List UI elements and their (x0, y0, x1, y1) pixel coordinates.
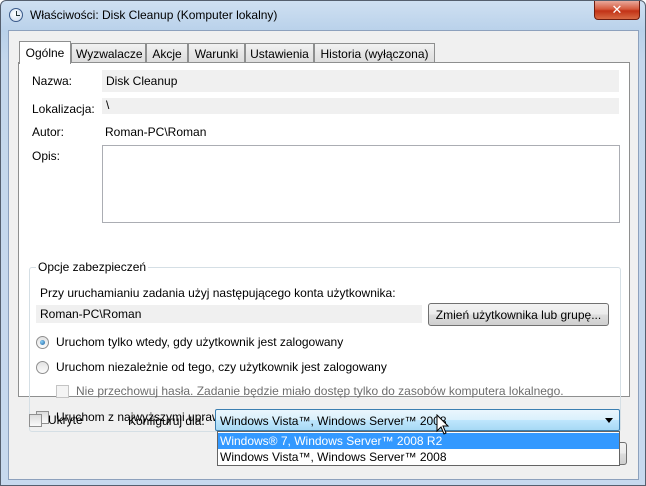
user-account-field[interactable]: Roman-PC\Roman (36, 305, 422, 323)
security-options-group: Opcje zabezpieczeń Przy uruchamianiu zad… (29, 260, 621, 432)
description-label: Opis: (32, 149, 61, 163)
tab-history[interactable]: Historia (wyłączona) (314, 43, 435, 63)
location-label: Lokalizacja: (32, 102, 95, 116)
author-label: Autor: (32, 125, 65, 139)
dropdown-option-win7[interactable]: Windows® 7, Windows Server™ 2008 R2 (218, 433, 619, 449)
dialog-client: Ogólne Wyzwalacze Akcje Warunki Ustawien… (8, 30, 639, 480)
tab-actions[interactable]: Akcje (146, 43, 188, 63)
properties-window: Właściwości: Disk Cleanup (Komputer loka… (0, 0, 646, 486)
hidden-label[interactable]: Ukryte (48, 413, 83, 427)
name-label: Nazwa: (32, 74, 73, 88)
configure-for-value: Windows Vista™, Windows Server™ 2008 (220, 414, 447, 428)
configure-for-label: Konfiguruj dla: (128, 414, 205, 428)
mouse-cursor-icon (436, 414, 450, 435)
clock-icon (9, 8, 23, 22)
account-prompt: Przy uruchamianiu zadania użyj następują… (40, 286, 396, 300)
dropdown-arrow-icon[interactable] (605, 418, 613, 423)
tab-settings[interactable]: Ustawienia (245, 43, 314, 63)
hidden-checkbox[interactable] (29, 414, 42, 427)
security-group-title: Opcje zabezpieczeń (36, 260, 149, 274)
radio-run-always-label[interactable]: Uruchom niezależnie od tego, czy użytkow… (56, 360, 387, 374)
no-store-password-checkbox[interactable] (56, 385, 69, 398)
close-button[interactable]: ✕ (594, 1, 640, 20)
configure-for-dropdown-list: Windows® 7, Windows Server™ 2008 R2 Wind… (217, 431, 620, 466)
tab-conditions[interactable]: Warunki (188, 43, 245, 63)
window-title: Właściwości: Disk Cleanup (Komputer loka… (30, 8, 278, 22)
tab-general[interactable]: Ogólne (19, 41, 71, 64)
author-value: Roman-PC\Roman (105, 125, 207, 139)
dropdown-option-vista[interactable]: Windows Vista™, Windows Server™ 2008 (218, 449, 619, 465)
general-tab-page: Nazwa: Disk Cleanup Lokalizacja: \ Autor… (18, 62, 630, 432)
configure-for-combobox[interactable]: Windows Vista™, Windows Server™ 2008 (215, 409, 620, 431)
radio-logged-on[interactable] (36, 336, 49, 349)
description-textarea[interactable] (102, 145, 620, 223)
location-field[interactable]: \ (102, 98, 619, 114)
radio-logged-on-label[interactable]: Uruchom tylko wtedy, gdy użytkownik jest… (56, 335, 343, 349)
change-user-button[interactable]: Zmień użytkownika lub grupę... (428, 303, 609, 326)
no-store-password-label[interactable]: Nie przechowuj hasła. Zadanie będzie mia… (76, 384, 564, 398)
name-field[interactable]: Disk Cleanup (102, 70, 619, 92)
radio-run-always[interactable] (36, 361, 49, 374)
tab-triggers[interactable]: Wyzwalacze (71, 43, 146, 63)
title-bar[interactable]: Właściwości: Disk Cleanup (Komputer loka… (1, 1, 645, 29)
